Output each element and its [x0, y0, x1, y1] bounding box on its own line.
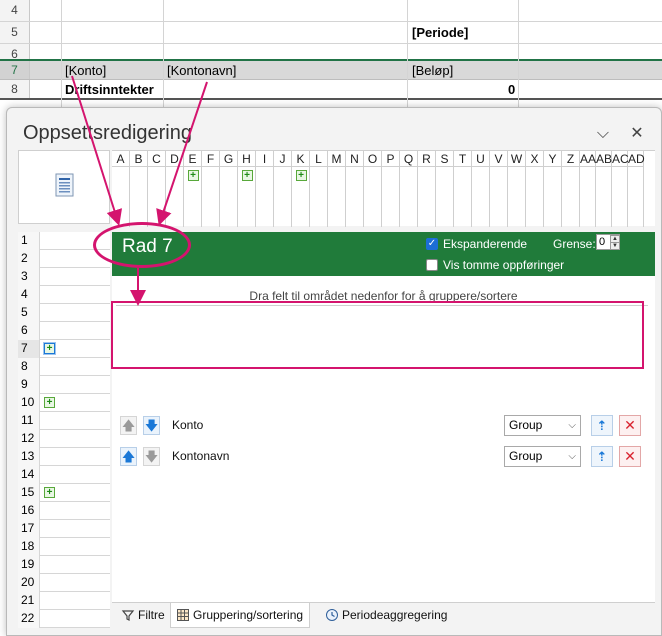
arrow-konto — [71, 75, 123, 226]
annotation-arrows — [71, 75, 208, 306]
arrow-kontonavn — [156, 81, 208, 226]
